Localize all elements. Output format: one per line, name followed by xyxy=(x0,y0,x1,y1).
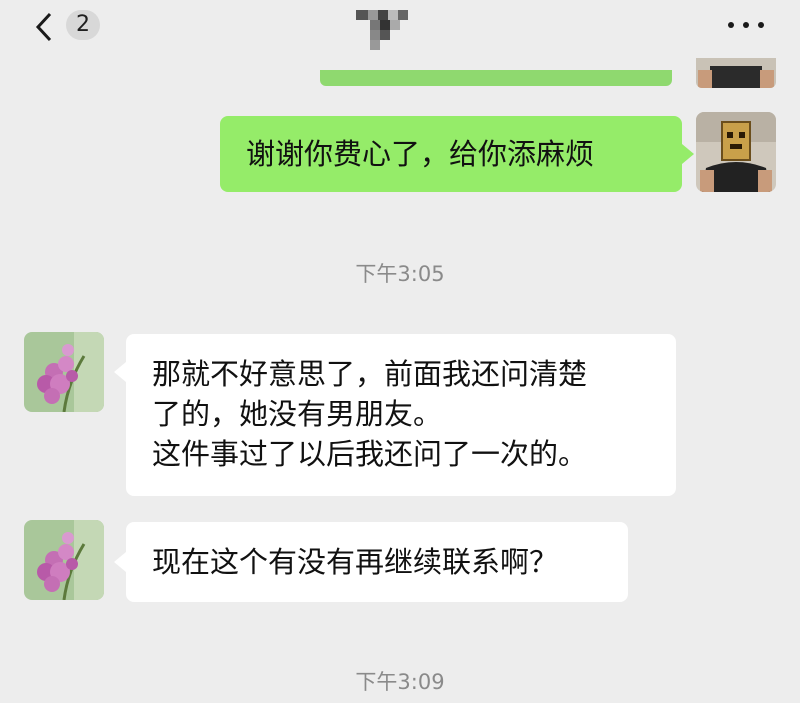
sent-message-bubble[interactable]: 谢谢你费心了，给你添麻烦 xyxy=(220,116,682,192)
received-message-bubble[interactable]: 现在这个有没有再继续联系啊？ xyxy=(126,522,628,602)
flower-avatar-image xyxy=(24,520,104,600)
chat-header: 2 xyxy=(0,0,800,52)
bubble-tail xyxy=(114,552,126,572)
message-text-line: 那就不好意思了，前面我还问清楚 xyxy=(152,357,588,391)
unread-count-badge: 2 xyxy=(66,10,100,40)
message-text-line: 了的，她没有男朋友。 xyxy=(152,397,443,431)
previous-message-bubble xyxy=(320,70,672,86)
self-avatar-partial xyxy=(696,58,776,88)
flower-avatar-image xyxy=(24,332,104,412)
more-options-button[interactable] xyxy=(718,12,774,38)
self-avatar[interactable] xyxy=(696,112,776,192)
message-text: 现在这个有没有再继续联系啊？ xyxy=(152,545,559,579)
timestamp: 下午3:09 xyxy=(355,670,445,694)
contact-avatar-blurred xyxy=(356,10,408,50)
self-avatar-image xyxy=(696,112,776,192)
timestamp: 下午3:05 xyxy=(355,262,445,286)
bubble-tail xyxy=(682,144,694,164)
message-text-line: 这件事过了以后我还问了一次的。 xyxy=(152,437,588,471)
bubble-tail xyxy=(114,362,126,382)
received-message-bubble[interactable]: 那就不好意思了，前面我还问清楚 了的，她没有男朋友。 这件事过了以后我还问了一次… xyxy=(126,334,676,496)
contact-avatar[interactable] xyxy=(24,520,104,600)
message-text: 谢谢你费心了，给你添麻烦 xyxy=(246,137,595,171)
contact-avatar[interactable] xyxy=(24,332,104,412)
back-button[interactable]: 2 xyxy=(26,6,116,46)
chevron-left-icon xyxy=(35,12,52,42)
